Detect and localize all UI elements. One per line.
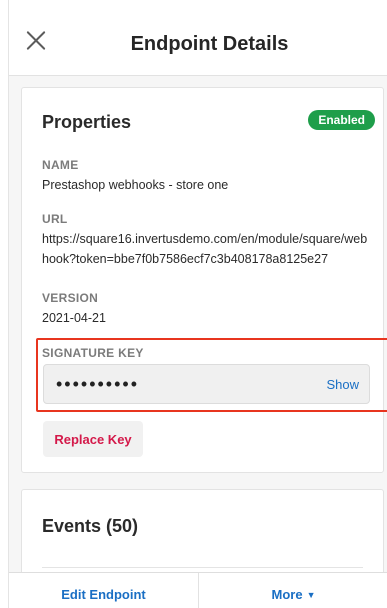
version-label: VERSION: [42, 291, 99, 305]
more-label: More: [271, 587, 303, 602]
panel-header: Endpoint Details: [9, 0, 387, 76]
signature-key-masked: ••••••••••: [56, 374, 140, 394]
signature-key-field: •••••••••• Show: [43, 364, 370, 404]
more-button[interactable]: More ▼: [199, 573, 387, 608]
status-badge: Enabled: [308, 110, 375, 130]
chevron-down-icon: ▼: [306, 589, 316, 600]
edit-endpoint-button[interactable]: Edit Endpoint: [9, 573, 198, 608]
properties-card: Properties Enabled NAME Prestashop webho…: [21, 87, 387, 473]
show-key-link[interactable]: Show: [326, 377, 359, 392]
name-value: Prestashop webhooks - store one: [42, 178, 229, 192]
version-value: 2021-04-21: [42, 311, 106, 325]
name-label: NAME: [42, 158, 79, 172]
url-label: URL: [42, 212, 68, 226]
properties-title: Properties: [42, 112, 132, 132]
endpoint-details-panel: Endpoint Details Properties Enabled NAME…: [8, 0, 387, 608]
url-value: https://square16.invertusdemo.com/en/mod…: [42, 232, 368, 266]
page-title: Endpoint Details: [130, 33, 289, 55]
replace-key-button[interactable]: Replace Key: [43, 421, 143, 457]
signature-key-label: SIGNATURE KEY: [42, 346, 144, 360]
events-title: Events (50): [42, 516, 139, 536]
edit-endpoint-label: Edit Endpoint: [61, 587, 146, 602]
events-divider: [42, 567, 363, 568]
footer-bar: Edit Endpoint More ▼: [9, 572, 387, 608]
